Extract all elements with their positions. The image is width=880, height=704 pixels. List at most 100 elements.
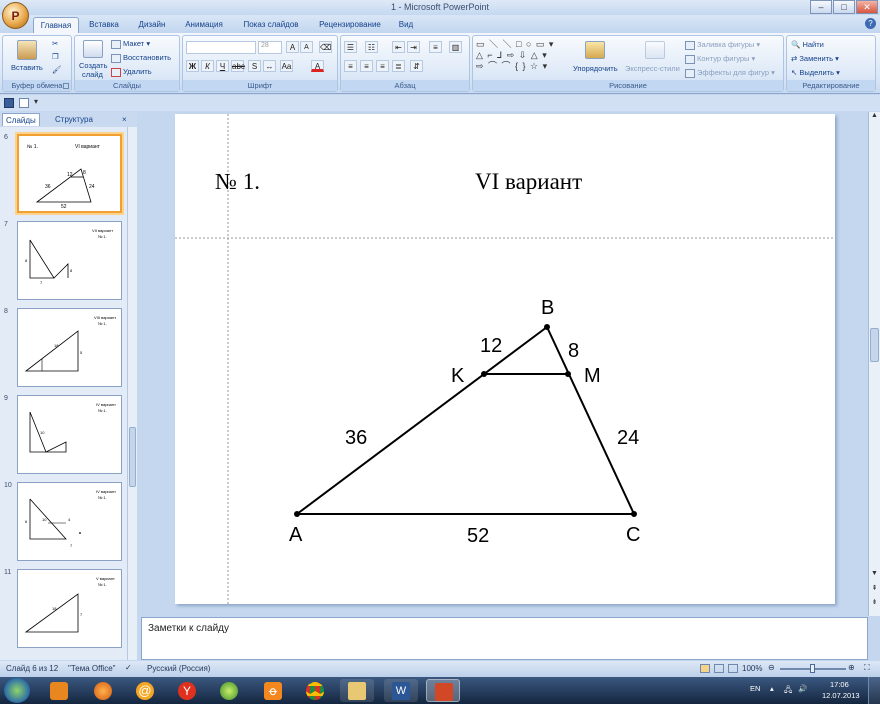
previous-slide-icon[interactable]: ⇞ — [870, 584, 879, 596]
tab-home[interactable]: Главная — [33, 17, 79, 33]
slide-thumbnail[interactable]: IV вариант № 1. 10 — [17, 395, 122, 474]
increase-indent-icon[interactable]: ⇥ — [407, 41, 420, 53]
bullets-icon[interactable]: ☰ — [344, 41, 357, 53]
spellcheck-icon[interactable]: ✓ — [125, 663, 132, 672]
app-taskbar-button[interactable] — [212, 679, 246, 702]
minimize-button[interactable]: – — [810, 0, 832, 14]
decrease-indent-icon[interactable]: ⇤ — [392, 41, 405, 53]
case-icon[interactable]: Aa — [280, 60, 293, 72]
tray-arrow-icon[interactable]: ▴ — [770, 684, 774, 693]
paste-button[interactable]: Вставить — [11, 63, 43, 72]
slide-thumbnail[interactable]: V вариант № 1. 18 7 — [17, 569, 122, 648]
slide-scrollbar[interactable]: ▲ ▼ ⇞ ⇟ — [868, 112, 880, 616]
select-button[interactable]: ↖ Выделить ▾ — [791, 68, 840, 77]
show-desktop-button[interactable] — [868, 677, 880, 704]
clock-date[interactable]: 12.07.2013 — [822, 691, 860, 700]
shadow-icon[interactable]: S — [248, 60, 261, 72]
slideshow-view-icon[interactable] — [728, 664, 738, 673]
copy-icon[interactable]: ❐ — [52, 52, 59, 61]
slide-thumbnail[interactable]: VII вариант № 1. 8 7 8 — [17, 221, 122, 300]
thumbnails-scroll-thumb[interactable] — [129, 427, 136, 487]
language-indicator[interactable]: Русский (Россия) — [147, 664, 210, 673]
tab-design[interactable]: Дизайн — [132, 17, 172, 33]
slide-canvas[interactable]: № 1. VI вариант A B C K M 36 12 8 24 52 — [175, 114, 835, 604]
new-slide-button-line2[interactable]: слайд — [82, 70, 103, 79]
font-size-field[interactable]: 28 — [258, 41, 282, 54]
tab-insert[interactable]: Вставка — [84, 17, 124, 33]
replace-button[interactable]: ⇄ Заменить ▾ — [791, 54, 839, 63]
reset-button[interactable]: Восстановить — [111, 53, 171, 63]
zoom-slider-thumb[interactable] — [810, 664, 815, 673]
powerpoint-taskbar-button[interactable] — [426, 679, 460, 702]
justify-icon[interactable]: ≣ — [392, 60, 405, 72]
slide-thumbnail[interactable]: № 1. VI вариант 12 8 36 24 52 — [17, 134, 122, 213]
clipboard-launcher-icon[interactable] — [63, 83, 69, 89]
strike-icon[interactable]: abc — [231, 60, 245, 72]
align-center-icon[interactable]: ≡ — [360, 60, 373, 72]
clock-time[interactable]: 17:06 — [830, 680, 849, 689]
format-painter-icon[interactable]: 🖌 — [52, 65, 62, 74]
tab-view[interactable]: Вид — [394, 17, 418, 33]
delete-slide-button[interactable]: Удалить — [111, 67, 152, 77]
line-spacing-icon[interactable]: ≡ — [429, 41, 442, 53]
tab-outline[interactable]: Структура — [52, 113, 96, 126]
font-color-icon[interactable]: A — [311, 60, 324, 72]
notes-pane[interactable]: Заметки к слайду — [141, 617, 868, 660]
scroll-up-icon[interactable]: ▲ — [870, 112, 879, 122]
italic-icon[interactable]: К — [201, 60, 214, 72]
next-slide-icon[interactable]: ⇟ — [870, 598, 879, 610]
help-icon[interactable]: ? — [865, 18, 876, 29]
align-left-icon[interactable]: ≡ — [344, 60, 357, 72]
word-taskbar-button[interactable]: W — [384, 679, 418, 702]
arrange-button[interactable]: Упорядочить — [573, 64, 618, 73]
tab-slides[interactable]: Слайды — [2, 113, 40, 126]
shape-effects-button[interactable]: Эффекты для фигур ▾ — [685, 68, 775, 78]
new-slide-button[interactable]: Создать — [79, 61, 108, 70]
shape-outline-button[interactable]: Контур фигуры ▾ — [685, 54, 755, 64]
mail-agent-taskbar-button[interactable]: @ — [128, 679, 162, 702]
network-icon[interactable]: 🖧 — [784, 684, 792, 697]
yandex-taskbar-button[interactable]: Y — [170, 679, 204, 702]
underline-icon[interactable]: Ч — [216, 60, 229, 72]
zoom-in-icon[interactable]: ⊕ — [848, 663, 855, 672]
spacing-icon[interactable]: ↔ — [263, 60, 276, 72]
tab-review[interactable]: Рецензирование — [312, 17, 388, 33]
shrink-font-icon[interactable]: A — [300, 41, 313, 53]
zoom-level[interactable]: 100% — [742, 664, 762, 673]
slide-thumbnail[interactable]: VIII вариант № 1. 18 5 — [17, 308, 122, 387]
slide-thumbnail[interactable]: IV вариант № 1. 6 10 4 7 — [17, 482, 122, 561]
text-direction-icon[interactable]: ⇵ — [410, 60, 423, 72]
close-window-button[interactable]: ✕ — [856, 0, 878, 14]
firefox-taskbar-button[interactable] — [86, 679, 120, 702]
shape-fill-button[interactable]: Заливка фигуры ▾ — [685, 40, 760, 50]
media-player-taskbar-button[interactable] — [42, 679, 76, 702]
align-right-icon[interactable]: ≡ — [376, 60, 389, 72]
input-language[interactable]: EN — [750, 684, 760, 693]
thumbnails-scrollbar[interactable] — [127, 127, 137, 660]
volume-icon[interactable]: 🔊 — [798, 684, 807, 693]
slide-sorter-icon[interactable] — [714, 664, 724, 673]
chrome-taskbar-button[interactable] — [298, 679, 332, 702]
odnoklassniki-taskbar-button[interactable]: ꝋ — [256, 679, 290, 702]
close-pane-icon[interactable]: × — [122, 113, 127, 126]
fit-slide-icon[interactable]: ⛶ — [864, 663, 870, 673]
shapes-gallery[interactable]: ▭ ＼ ＼ □ ○ ▭ ▾ △ ⌐ ⅃ ⇨ ⇩ △ ▾ ⇨ ⌒ ⌒ { } ☆ ▾ — [476, 39, 564, 77]
bold-icon[interactable]: Ж — [186, 60, 199, 72]
scroll-down-icon[interactable]: ▼ — [870, 570, 879, 580]
normal-view-icon[interactable] — [700, 664, 710, 673]
maximize-button[interactable]: □ — [833, 0, 855, 14]
clear-format-icon[interactable]: ⌫ — [319, 41, 332, 53]
slide-scroll-thumb[interactable] — [870, 328, 879, 362]
find-button[interactable]: 🔍 Найти — [791, 40, 824, 49]
layout-button[interactable]: Макет ▾ — [111, 39, 150, 49]
customize-qat-icon[interactable]: ▾ — [34, 97, 38, 106]
grow-font-icon[interactable]: A — [286, 41, 299, 53]
explorer-taskbar-button[interactable] — [340, 679, 374, 702]
tab-slideshow[interactable]: Показ слайдов — [236, 17, 306, 33]
save-icon[interactable] — [4, 98, 14, 108]
print-preview-icon[interactable] — [19, 98, 29, 108]
office-button[interactable]: P — [2, 2, 29, 29]
theme-name[interactable]: "Тема Office" — [68, 664, 116, 673]
cut-icon[interactable]: ✂ — [52, 39, 58, 48]
numbering-icon[interactable]: ☷ — [365, 41, 378, 53]
